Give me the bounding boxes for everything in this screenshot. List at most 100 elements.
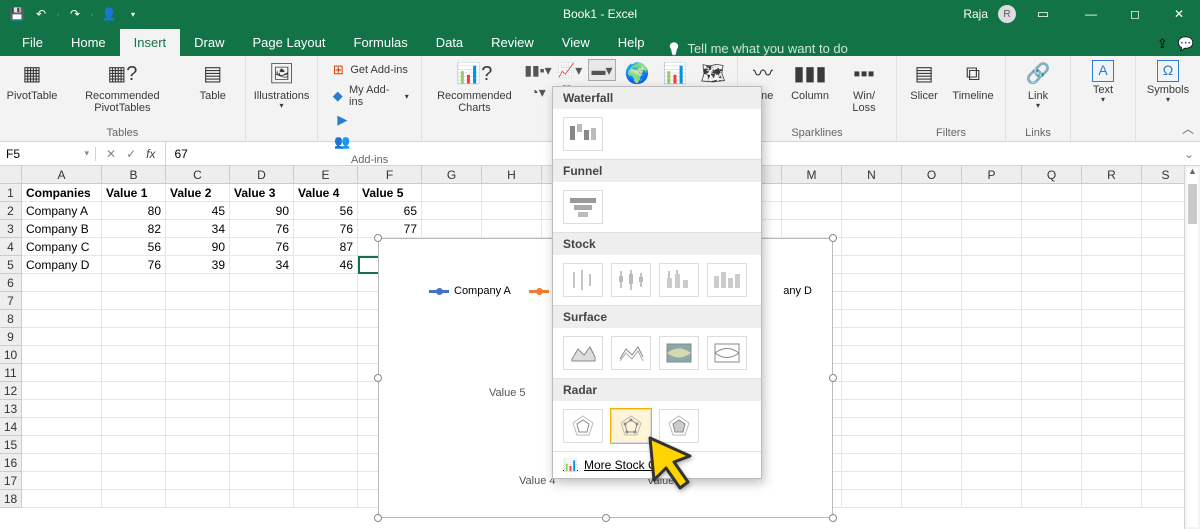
cell[interactable] — [230, 274, 294, 292]
cell[interactable] — [22, 292, 102, 310]
cell[interactable] — [1022, 364, 1082, 382]
cell[interactable] — [102, 418, 166, 436]
cell[interactable] — [166, 454, 230, 472]
resize-handle[interactable] — [374, 514, 382, 522]
cell[interactable] — [962, 400, 1022, 418]
cell[interactable] — [1142, 454, 1190, 472]
cell[interactable] — [842, 220, 902, 238]
cell[interactable] — [294, 436, 358, 454]
cell[interactable] — [842, 346, 902, 364]
cell[interactable] — [842, 454, 902, 472]
cell[interactable] — [294, 310, 358, 328]
comments-icon[interactable]: 💬 — [1178, 36, 1194, 52]
tab-insert[interactable]: Insert — [120, 29, 181, 56]
symbols-button[interactable]: ΩSymbols▾ — [1144, 60, 1192, 105]
cell[interactable] — [22, 454, 102, 472]
cell[interactable] — [1142, 202, 1190, 220]
row-header[interactable]: 4 — [0, 238, 22, 256]
recommended-charts-button[interactable]: 📊?Recommended Charts — [430, 60, 519, 114]
cell[interactable] — [294, 454, 358, 472]
cell[interactable] — [166, 346, 230, 364]
cell[interactable] — [102, 274, 166, 292]
close-icon[interactable]: ✕ — [1162, 3, 1196, 25]
save-icon[interactable]: 💾 — [6, 3, 28, 25]
cell[interactable] — [1082, 256, 1142, 274]
cell[interactable] — [1142, 328, 1190, 346]
cell[interactable] — [1022, 490, 1082, 508]
fx-icon[interactable]: fx — [146, 147, 155, 161]
cell[interactable] — [902, 274, 962, 292]
radar-thumb-3[interactable] — [659, 409, 699, 443]
row-header[interactable]: 1 — [0, 184, 22, 202]
column-header[interactable]: Q — [1022, 166, 1082, 183]
cell[interactable] — [294, 292, 358, 310]
select-all-cell[interactable] — [0, 166, 22, 183]
cell[interactable] — [166, 382, 230, 400]
illustrations-button[interactable]: 🖼Illustrations▾ — [254, 60, 310, 111]
cell[interactable] — [422, 202, 482, 220]
cell[interactable] — [902, 310, 962, 328]
cell[interactable] — [294, 472, 358, 490]
cell[interactable] — [962, 238, 1022, 256]
cell[interactable] — [166, 400, 230, 418]
column-header[interactable]: S — [1142, 166, 1190, 183]
cell[interactable] — [1082, 238, 1142, 256]
cell[interactable] — [962, 472, 1022, 490]
cell[interactable] — [294, 490, 358, 508]
cell[interactable] — [102, 364, 166, 382]
cell[interactable] — [962, 202, 1022, 220]
cell[interactable] — [962, 328, 1022, 346]
cell[interactable] — [230, 310, 294, 328]
cell[interactable] — [1022, 184, 1082, 202]
cell[interactable] — [902, 202, 962, 220]
cell[interactable] — [902, 454, 962, 472]
cell[interactable] — [962, 382, 1022, 400]
column-header[interactable]: R — [1082, 166, 1142, 183]
cell[interactable] — [842, 238, 902, 256]
cell[interactable] — [902, 400, 962, 418]
cell[interactable] — [166, 328, 230, 346]
redo-icon[interactable]: ↷ — [64, 3, 86, 25]
cell[interactable]: 76 — [294, 220, 358, 238]
cell[interactable] — [1082, 472, 1142, 490]
cell[interactable] — [842, 436, 902, 454]
cell[interactable]: 65 — [358, 202, 422, 220]
surface-thumb-4[interactable] — [707, 336, 747, 370]
cell[interactable] — [962, 256, 1022, 274]
cell[interactable] — [1142, 256, 1190, 274]
cell[interactable] — [902, 238, 962, 256]
avatar[interactable]: R — [998, 5, 1016, 23]
pivottable-button[interactable]: ▦PivotTable — [8, 60, 56, 102]
cell[interactable] — [102, 310, 166, 328]
cell[interactable] — [842, 202, 902, 220]
cell[interactable]: 39 — [166, 256, 230, 274]
cell[interactable] — [962, 292, 1022, 310]
cell[interactable] — [294, 364, 358, 382]
surface-thumb-1[interactable] — [563, 336, 603, 370]
cell[interactable] — [1022, 418, 1082, 436]
cell[interactable] — [962, 490, 1022, 508]
cell[interactable] — [1142, 310, 1190, 328]
cell[interactable] — [294, 418, 358, 436]
row-header[interactable]: 7 — [0, 292, 22, 310]
sparkline-column-button[interactable]: ▮▮▮Column — [786, 60, 834, 102]
cell[interactable] — [22, 490, 102, 508]
cell[interactable] — [1082, 400, 1142, 418]
row-header[interactable]: 5 — [0, 256, 22, 274]
stock-thumb-1[interactable] — [563, 263, 603, 297]
cell[interactable] — [102, 346, 166, 364]
cell[interactable] — [422, 184, 482, 202]
cell[interactable] — [842, 328, 902, 346]
resize-handle[interactable] — [829, 374, 837, 382]
cell[interactable]: Value 5 — [358, 184, 422, 202]
cell[interactable] — [230, 490, 294, 508]
row-header[interactable]: 11 — [0, 364, 22, 382]
line-chart-icon[interactable]: 📈▾ — [557, 60, 583, 80]
formula-value[interactable]: 67 — [165, 142, 195, 165]
resize-handle[interactable] — [829, 234, 837, 242]
cell[interactable] — [1142, 238, 1190, 256]
column-header[interactable]: F — [358, 166, 422, 183]
cell[interactable] — [22, 274, 102, 292]
cell[interactable] — [1142, 490, 1190, 508]
cell[interactable] — [482, 220, 542, 238]
